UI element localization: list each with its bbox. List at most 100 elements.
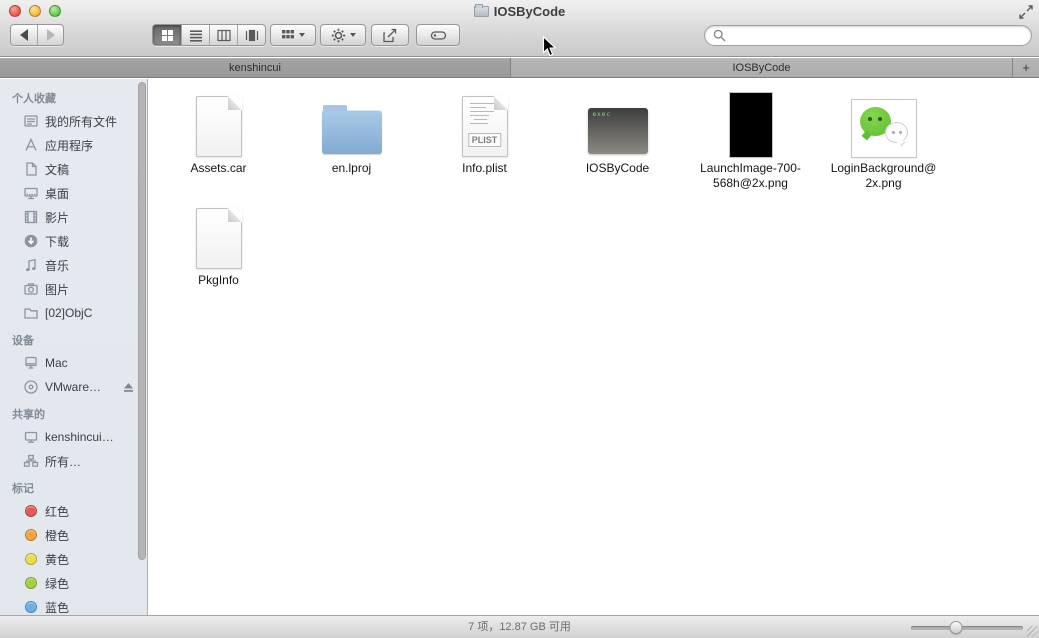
file-browser-content[interactable]: Assets.car en.lproj PLIST Info.plist exec IOS… <box>148 79 1039 615</box>
sidebar-item-mac[interactable]: Mac <box>0 351 147 375</box>
sidebar-item-documents[interactable]: 文稿 <box>0 157 147 181</box>
file-en.lproj[interactable]: en.lproj <box>285 89 418 201</box>
file-name-label: LaunchImage-700- 568h@2x.png <box>700 161 801 190</box>
file-name-label: IOSByCode <box>585 161 650 175</box>
tab-IOSByCode[interactable]: IOSByCode <box>511 58 1013 77</box>
back-button[interactable] <box>11 25 37 45</box>
icon-view-button[interactable] <box>153 25 181 45</box>
sidebar-item-kenshincui-shared[interactable]: kenshincui… <box>0 425 147 449</box>
sidebar-item-all-shared[interactable]: 所有… <box>0 449 147 473</box>
sidebar-item-label: 橙色 <box>45 528 70 543</box>
file-name-label: Assets.car <box>190 161 247 175</box>
file-PkgInfo[interactable]: PkgInfo <box>152 201 285 313</box>
new-tab-button[interactable]: + <box>1013 58 1039 77</box>
sidebar-item-label: 红色 <box>45 504 70 519</box>
sidebar-item-label: 所有… <box>45 454 82 469</box>
sidebar-section-title: 个人收藏 <box>12 93 56 105</box>
chevron-right-icon <box>46 29 55 41</box>
tags-button[interactable] <box>416 24 460 46</box>
tab-kenshincui[interactable]: kenshincui <box>0 58 511 77</box>
sidebar-item-label: 桌面 <box>45 186 70 201</box>
grid-view-icon <box>161 29 173 41</box>
coverflow-view-button[interactable] <box>237 25 265 45</box>
status-text: 7 项，12.87 GB 可用 <box>468 621 571 633</box>
tag-dot <box>22 575 39 591</box>
sidebar-item-movies[interactable]: 影片 <box>0 205 147 229</box>
sidebar-item-label: 黄色 <box>45 552 70 567</box>
sidebar-item-label: 我的所有文件 <box>45 114 118 129</box>
file-LoginBackground@2x.png[interactable]: LoginBackground@ 2x.png <box>817 89 950 201</box>
forward-button[interactable] <box>37 25 63 45</box>
arrange-button[interactable] <box>270 24 316 46</box>
sidebar-item-vmware[interactable]: VMware… <box>0 375 147 399</box>
sidebar-item-music[interactable]: 音乐 <box>0 253 147 277</box>
coverflow-view-icon <box>245 29 258 41</box>
network-icon <box>22 453 39 469</box>
folder-icon <box>22 305 39 321</box>
sidebar-item-tag-red[interactable]: 红色 <box>0 499 147 523</box>
documents-icon <box>22 161 39 177</box>
sidebar-section-title: 共享的 <box>12 409 45 421</box>
column-view-button[interactable] <box>209 25 237 45</box>
sidebar-item-label: Mac <box>45 356 68 370</box>
sidebar-scrollbar[interactable] <box>138 82 146 560</box>
image-thumbnail-icon <box>817 89 950 157</box>
sidebar-item-all-my-files[interactable]: 我的所有文件 <box>0 109 147 133</box>
sidebar-item-tag-orange[interactable]: 橙色 <box>0 523 147 547</box>
list-view-button[interactable] <box>181 25 209 45</box>
sidebar-section-title: 设备 <box>12 335 34 347</box>
computer-icon <box>22 355 39 371</box>
chevron-left-icon <box>20 29 28 41</box>
sidebar-item-tag-yellow[interactable]: 黄色 <box>0 547 147 571</box>
image-thumbnail-icon <box>684 89 817 157</box>
sidebar-item-downloads[interactable]: 下载 <box>0 229 147 253</box>
sidebar-item-label: kenshincui… <box>45 430 114 444</box>
sidebar-item-label: VMware… <box>45 380 102 394</box>
arrange-grid-icon <box>282 30 294 39</box>
tag-dot <box>22 527 39 543</box>
tab-bar: kenshincui IOSByCode + <box>0 58 1039 78</box>
eject-icon[interactable] <box>122 381 135 394</box>
view-mode-control <box>152 24 266 46</box>
tag-dot <box>22 551 39 567</box>
sidebar-item-label: 文稿 <box>45 162 70 177</box>
slider-knob[interactable] <box>949 621 963 634</box>
document-file-icon <box>152 201 285 269</box>
sidebar: 个人收藏我的所有文件应用程序文稿桌面影片下载 音乐图片 [02]ObjC 设备 Mac V… <box>0 79 148 615</box>
chevron-down-icon <box>349 33 356 37</box>
window-body: 个人收藏我的所有文件应用程序文稿桌面影片下载 音乐图片 [02]ObjC 设备 Mac V… <box>0 79 1039 615</box>
sidebar-item-02objc[interactable]: [02]ObjC <box>0 301 147 325</box>
file-IOSByCode[interactable]: exec IOSByCode <box>551 89 684 201</box>
applications-icon <box>22 137 39 153</box>
sidebar-item-label: [02]ObjC <box>45 306 93 320</box>
fullscreen-button[interactable] <box>1018 4 1034 20</box>
sidebar-item-desktop[interactable]: 桌面 <box>0 181 147 205</box>
sidebar-item-tag-blue[interactable]: 蓝色 <box>0 595 147 615</box>
file-Assets.car[interactable]: Assets.car <box>152 89 285 201</box>
sidebar-item-applications[interactable]: 应用程序 <box>0 133 147 157</box>
downloads-icon <box>22 233 39 249</box>
tag-dot <box>22 503 39 519</box>
file-name-label: en.lproj <box>331 161 372 175</box>
document-file-icon <box>152 89 285 157</box>
search-field[interactable] <box>704 25 1032 46</box>
action-button[interactable] <box>320 24 366 46</box>
icon-size-slider[interactable] <box>911 621 1023 634</box>
sidebar-item-pictures[interactable]: 图片 <box>0 277 147 301</box>
file-name-label: Info.plist <box>462 161 507 175</box>
resize-grip-icon[interactable] <box>1027 626 1038 637</box>
sidebar-item-label: 图片 <box>45 282 70 297</box>
list-view-icon <box>189 29 202 42</box>
folder-proxy-icon <box>473 4 489 17</box>
search-input[interactable] <box>730 28 1023 43</box>
sidebar-item-tag-green[interactable]: 绿色 <box>0 571 147 595</box>
share-button[interactable] <box>371 24 409 46</box>
desktop-icon <box>22 185 39 201</box>
file-LaunchImage-700-568h@2x.png[interactable]: LaunchImage-700- 568h@2x.png <box>684 89 817 201</box>
sidebar-item-label: 影片 <box>45 210 70 225</box>
file-Info.plist[interactable]: PLIST Info.plist <box>418 89 551 201</box>
gear-icon <box>331 28 345 42</box>
disc-icon <box>22 379 39 395</box>
fullscreen-arrows-icon <box>1019 5 1033 19</box>
plist-file-icon: PLIST <box>418 89 551 157</box>
